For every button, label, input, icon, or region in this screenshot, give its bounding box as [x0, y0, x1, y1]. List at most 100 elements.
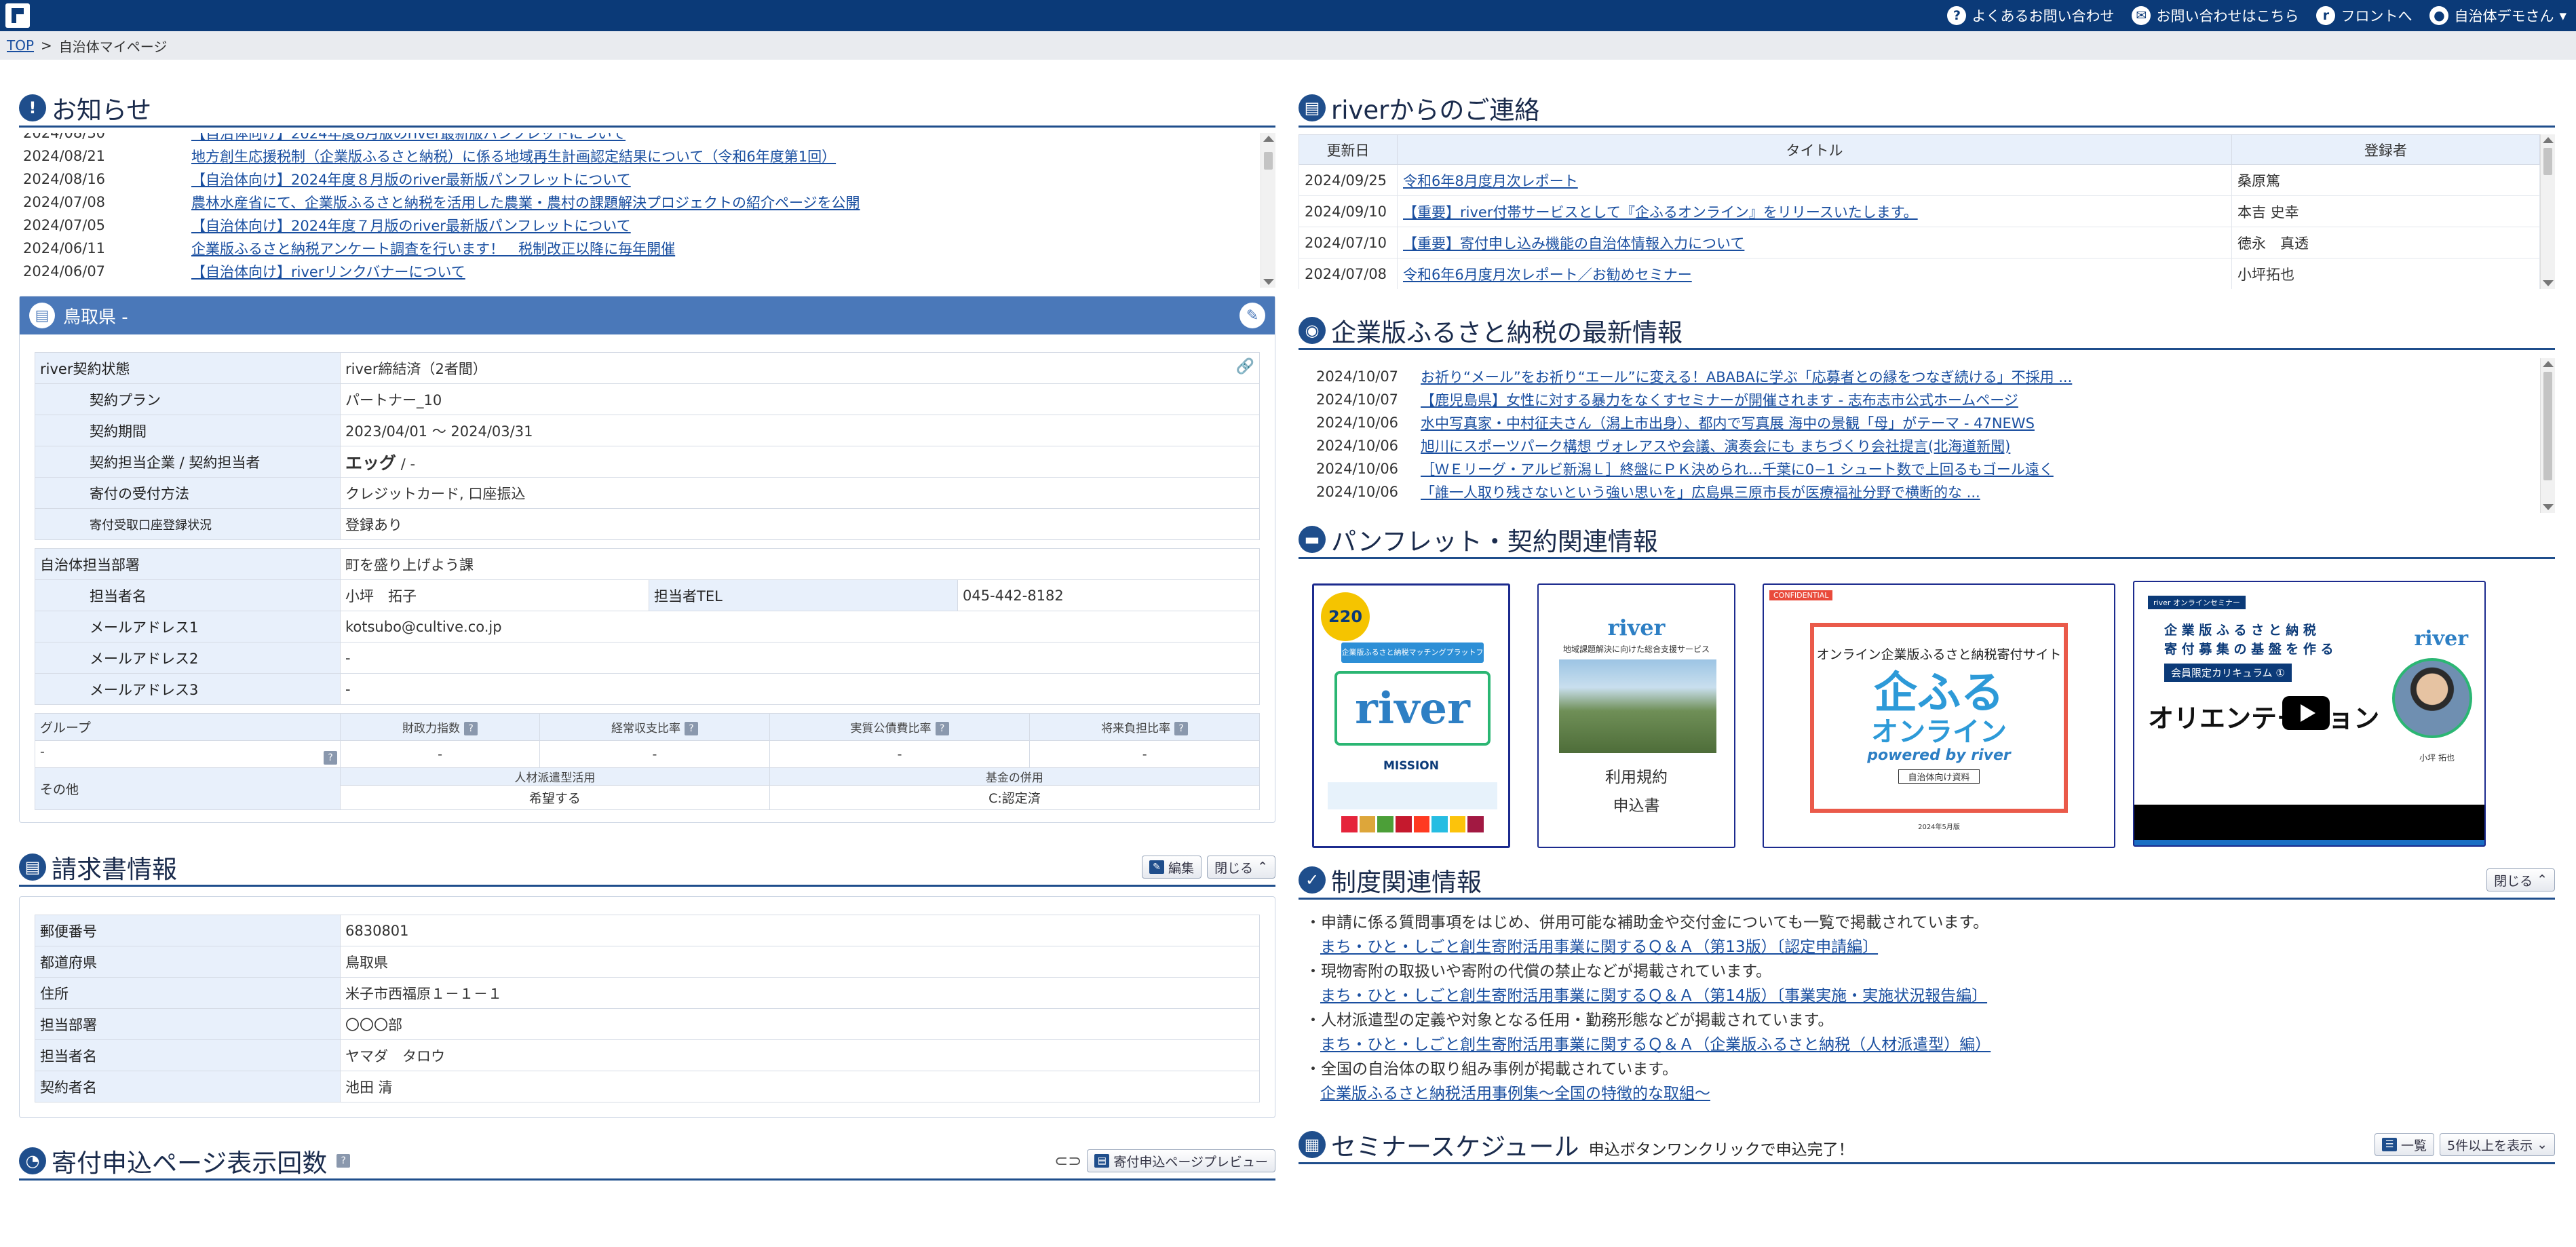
help-icon[interactable]: ? [935, 722, 949, 735]
help-icon[interactable]: ? [324, 750, 337, 765]
table-row: 自治体担当部署 町を盛り上げよう課 [35, 548, 1260, 580]
list-item: 2024/10/06 「誰一人取り残さないという強い思いを」広島県三原市長が医療福… [1312, 480, 2539, 503]
news-link[interactable]: 【自治体向け】2024年度７月版のriver最新版パンフレットについて [191, 215, 631, 235]
table-row: 契約期間 2023/04/01 ～ 2024/03/31 [35, 415, 1260, 446]
news-link[interactable]: 【自治体向け】riverリンクバナーについて [191, 261, 465, 282]
link-icon[interactable]: 🔗 [1236, 358, 1254, 375]
table-row: 契約担当企業 / 契約担当者 エッグ / - [35, 446, 1260, 478]
latest-news-link[interactable]: 水中写真家・中村征夫さん（潟上市出身）、都内で写真展 海中の景観「母」がテーマ … [1421, 413, 2035, 433]
help-icon[interactable]: ? [464, 722, 478, 735]
question-icon: ? [1947, 6, 1967, 25]
table-row: グループ 財政力指数? 経常収支比率? 実質公債費比率? 将来負担比率? [35, 713, 1260, 741]
prefecture-icon: ▤ [29, 303, 55, 328]
table-row: 担当者名 ヤマダ タロウ [35, 1039, 1260, 1071]
system-info-list: ・申請に係る質問事項をはじめ、併用可能な補助金や交付金についても一覧で掲載されて… [1299, 910, 2555, 1106]
user-menu[interactable]: ● 自治体デモさん ▾ [2429, 5, 2567, 26]
pamphlet-terms[interactable]: river 地域課題解決に向けた総合支援サービス 利用規約 申込書 [1537, 583, 1735, 848]
table-row: river契約状態 river締結済（2者間） 🔗 [35, 352, 1260, 384]
finance-ratio-table: グループ 財政力指数? 経常収支比率? 実質公債費比率? 将来負担比率? -? … [35, 713, 1261, 810]
table-row: 2024/09/10 【重要】river付帯サービスとして『企ふるオンライン』をリ… [1299, 195, 2540, 227]
prefecture-name: 鳥取県 - [63, 307, 128, 328]
breadcrumb-top-link[interactable]: TOP [7, 37, 34, 54]
table-row: -? - - - - [35, 740, 1260, 768]
latest-news-list[interactable]: 2024/10/07 お祈り“メール”をお祈り“エール”に変える！ABABAに学ぶ… [1299, 358, 2555, 513]
river-logo-icon[interactable] [5, 3, 30, 28]
news-link[interactable]: 【自治体向け】2024年度8月版のriver最新版パンフレットについて [191, 133, 626, 143]
river-contact-link[interactable]: 【重要】寄付申し込み機能の自治体情報入力について [1403, 235, 1744, 252]
system-info-link[interactable]: 企業版ふるさと納税活用事例集〜全国の特徴的な取組〜 [1305, 1081, 2555, 1106]
table-row: 2024/09/25 令和6年8月度月次レポート 桑原篤 [1299, 164, 2540, 196]
calendar-icon: ▦ [1299, 1131, 1326, 1158]
help-icon[interactable]: ? [337, 1154, 351, 1168]
help-icon[interactable]: ? [684, 722, 698, 735]
close-button[interactable]: 閉じる ⌃ [2486, 868, 2555, 891]
system-info-link[interactable]: まち・ひと・しごと創生寄附活用事業に関するＱ＆Ａ（企業版ふるさと納税（人材派遣型… [1305, 1033, 2555, 1057]
check-icon: ✓ [1299, 866, 1326, 894]
system-info-link[interactable]: まち・ひと・しごと創生寄附活用事業に関するＱ＆Ａ（第13版）〔認定申請編〕 [1305, 935, 2555, 959]
seminar-video-thumbnail[interactable]: river オンラインセミナー 企 業 版 ふ る さ と 納 税 寄 付 募 … [2133, 581, 2486, 847]
pamphlet-kifuru-online[interactable]: CONFIDENTIAL オンライン企業版ふるさと納税寄付サイト 企ふる オンラ… [1763, 583, 2115, 848]
table-row: メールアドレス2 - [35, 642, 1260, 674]
pamphlet-river-mission[interactable]: 220 企業版ふるさと納税マッチングプラットフォーム river MISSION [1312, 583, 1510, 848]
exclamation-icon: ! [19, 94, 46, 121]
badge-220: 220 [1321, 592, 1370, 641]
front-link[interactable]: r フロントへ [2316, 5, 2412, 26]
system-info-text: ・申請に係る質問事項をはじめ、併用可能な補助金や交付金についても一覧で掲載されて… [1305, 914, 1989, 932]
donation-preview-button[interactable]: ▤ 寄付申込ページプレビュー [1087, 1149, 1275, 1172]
latest-news-link[interactable]: ［ＷＥリーグ・アルビ新潟Ｌ］終盤にＰＫ決められ…千葉に0−1 シュート数で上回る… [1421, 459, 2054, 479]
latest-news-link[interactable]: お祈り“メール”をお祈り“エール”に変える！ABABAに学ぶ「応募者との縁をつな… [1421, 366, 2072, 387]
list-item: 2024/06/07 【自治体向け】riverリンクバナーについて [19, 260, 1259, 283]
contact-link[interactable]: ✉ お問い合わせはこちら [2132, 5, 2299, 26]
river-contact-link[interactable]: 令和6年8月度月次レポート [1403, 173, 1578, 189]
river-contact-link[interactable]: 【重要】river付帯サービスとして『企ふるオンライン』をリリースいたします。 [1403, 204, 1918, 220]
latest-news-scrollbar[interactable] [2540, 358, 2555, 513]
list-item: 2024/08/16 【自治体向け】2024年度８月版のriver最新版パンフレッ… [19, 168, 1259, 191]
pamphlet-area: 220 企業版ふるさと納税マッチングプラットフォーム river MISSION… [1299, 559, 2555, 848]
news-link[interactable]: 【自治体向け】2024年度８月版のriver最新版パンフレットについて [191, 169, 631, 189]
news-scrollbar[interactable] [1261, 133, 1275, 288]
seminar-list-button[interactable]: ☰ 一覧 [2374, 1133, 2434, 1156]
system-info-link[interactable]: まち・ひと・しごと創生寄附活用事業に関するＱ＆Ａ（第14版）〔事業実施・実施状況… [1305, 984, 2555, 1008]
invoice-panel: 郵便番号 6830801 都道府県 鳥取県 住所 米子市西福原１－１－１ 担当部署 〇〇〇部担… [19, 896, 1275, 1118]
latest-news-link[interactable]: 「誰一人取り残さないという強い思いを」広島県三原市長が医療福祉分野で横断的な .… [1421, 482, 1980, 502]
front-icon: r [2316, 6, 2336, 25]
news-link[interactable]: 農林水産省にて、企業版ふるさと納税を活用した農業・農村の課題解決プロジェクトの紹… [191, 192, 860, 212]
table-row: 2024/07/10 【重要】寄付申し込み機能の自治体情報入力について 徳永 真透 [1299, 227, 2540, 258]
news-link[interactable]: 企業版ふるさと納税アンケート調査を行います！ 税制改正以降に毎年開催 [191, 238, 675, 258]
river-contact-scrollbar[interactable] [2540, 134, 2555, 289]
user-icon: ● [2429, 6, 2449, 25]
river-contact-section-title: ▤ riverからのご連絡 [1299, 92, 2555, 128]
latest-news-link[interactable]: 【鹿児島県】女性に対する暴力をなくすセミナーが開催されます - 志布志市公式ホー… [1421, 389, 2018, 410]
list-icon: ☰ [2381, 1138, 2397, 1151]
river-contact-list[interactable]: 更新日 タイトル 登録者 2024/09/25 令和6年8月度月次レポート 桑原篤 2… [1299, 134, 2555, 289]
link-icon[interactable]: ⊂⊃ [1054, 1151, 1081, 1170]
seminar-section-title: ▦ セミナースケジュール 申込ボタンワンクリックで申込完了！ ☰ 一覧 5件以上を… [1299, 1129, 2555, 1164]
landscape-image [1559, 659, 1716, 753]
table-row: 都道府県 鳥取県 [35, 946, 1260, 978]
top-bar: ? よくあるお問い合わせ ✉ お問い合わせはこちら r フロントへ ● 自治体デモさん ▾ [0, 0, 2576, 31]
table-row: 契約プラン パートナー_10 [35, 383, 1260, 415]
latest-news-link[interactable]: 旭川にスポーツパーク構想 ヴォレアスや会議、演奏会にも まちづくり会社提言(北海… [1421, 436, 2010, 456]
system-info-text: ・全国の自治体の取り組み事例が掲載されています。 [1305, 1060, 1678, 1078]
list-item: 2024/10/06 ［ＷＥリーグ・アルビ新潟Ｌ］終盤にＰＫ決められ…千葉に0−1… [1312, 457, 2539, 480]
system-info-section-title: ✓ 制度関連情報 閉じる ⌃ [1299, 864, 2555, 900]
play-icon[interactable] [2282, 696, 2330, 730]
edit-button[interactable]: ✎ 編集 [1142, 856, 1202, 879]
news-list[interactable]: 2024/08/30 【自治体向け】2024年度8月版のriver最新版パンフレッ… [19, 133, 1275, 288]
invoice-table: 郵便番号 6830801 都道府県 鳥取県 住所 米子市西福原１－１－１ 担当部署 〇〇〇部担… [35, 915, 1260, 1102]
news-link[interactable]: 地方創生応援税制（企業版ふるさと納税）に係る地域再生計画認定結果について（令和6… [191, 146, 836, 166]
close-button[interactable]: 閉じる ⌃ [1207, 856, 1275, 879]
invoice-section-title: ▤ 請求書情報 ✎ 編集 閉じる ⌃ [19, 851, 1275, 887]
river-contact-link[interactable]: 令和6年6月度月次レポート／お勧めセミナー [1403, 267, 1692, 283]
breadcrumb-current: 自治体マイページ [58, 38, 168, 55]
presenter-photo [2392, 658, 2472, 738]
pencil-icon[interactable]: ✎ [1239, 303, 1265, 328]
help-icon[interactable]: ? [1174, 722, 1189, 735]
table-row: メールアドレス1 kotsubo@cultive.co.jp [35, 611, 1260, 642]
show-more-button[interactable]: 5件以上を表示 ⌄ [2439, 1133, 2555, 1156]
system-info-text: ・現物寄附の取扱いや寄附の代償の禁止などが掲載されています。 [1305, 963, 1772, 980]
faq-link[interactable]: ? よくあるお問い合わせ [1947, 5, 2114, 26]
chevron-up-icon: ⌃ [1257, 860, 1268, 875]
chart-icon: ◔ [19, 1147, 46, 1174]
pamphlet-section-title: ▬ パンフレット・契約関連情報 [1299, 524, 2555, 559]
